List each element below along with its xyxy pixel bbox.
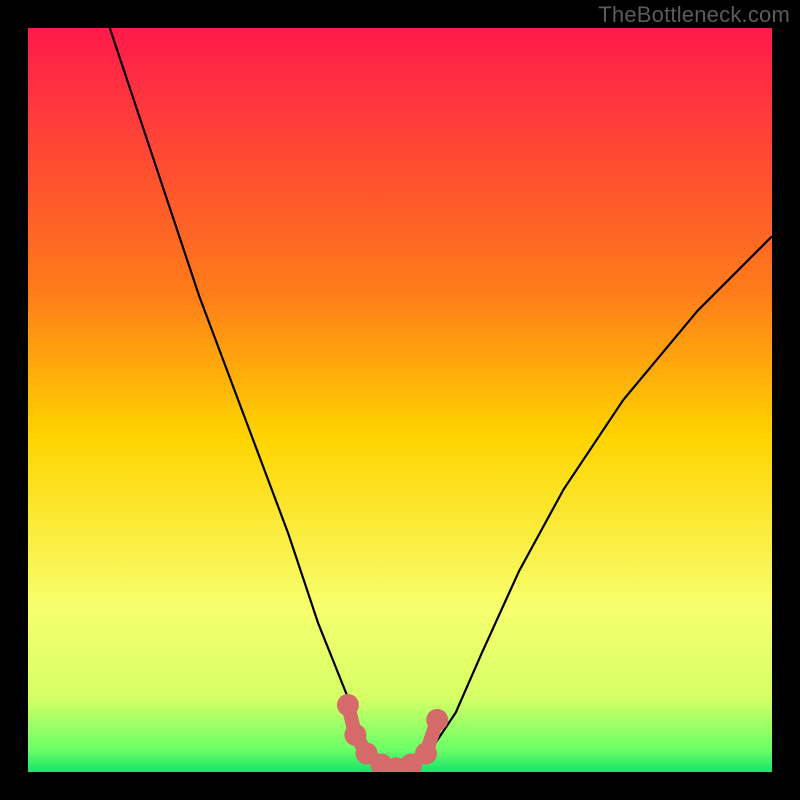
- gradient-background: [28, 28, 772, 772]
- marker-dot: [415, 742, 437, 764]
- chart-outer: TheBottleneck.com: [0, 0, 800, 800]
- marker-dot: [337, 694, 359, 716]
- marker-dot: [344, 724, 366, 746]
- watermark-text: TheBottleneck.com: [598, 2, 790, 28]
- plot-area: [28, 28, 772, 772]
- chart-svg: [28, 28, 772, 772]
- marker-dot: [426, 709, 448, 731]
